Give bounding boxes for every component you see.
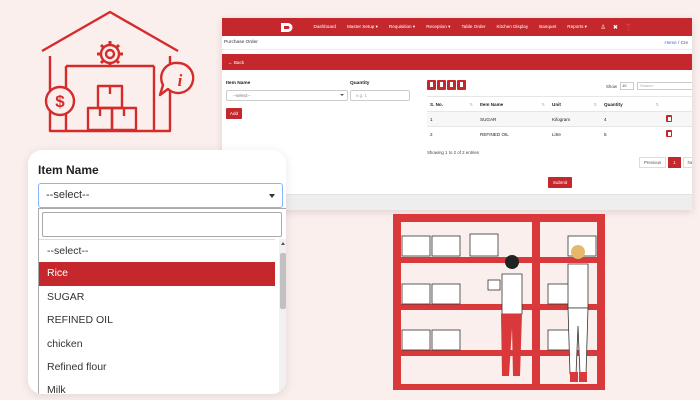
dropdown-scrollbar[interactable] — [279, 239, 286, 394]
footer-strip — [222, 194, 692, 210]
dropdown-option[interactable]: REFINED OIL — [39, 309, 275, 332]
user-icon[interactable]: ♙ — [600, 24, 605, 31]
help-icon[interactable]: ❓ — [625, 24, 632, 31]
table-info: Showing 1 to 2 of 2 entries — [427, 150, 479, 155]
col-item-name[interactable]: Item Name ⇅ — [477, 96, 549, 112]
dropdown-option[interactable]: SUGAR — [39, 286, 275, 309]
col-unit[interactable]: Unit ⇅ — [549, 96, 601, 112]
scroll-down-icon[interactable] — [281, 390, 285, 393]
back-button[interactable]: ← Back — [222, 54, 692, 70]
show-label: Show — [606, 83, 617, 89]
tools-icon[interactable]: ✖ — [613, 24, 618, 31]
col-quantity[interactable]: Quantity ⇅ — [601, 96, 663, 112]
pager-next[interactable]: Next — [682, 157, 692, 168]
pagination: Previous 1 Next — [639, 157, 692, 168]
zoom-item-name-label: Item Name — [38, 163, 99, 177]
excel-icon[interactable] — [447, 80, 456, 90]
add-button[interactable]: Add — [226, 108, 242, 119]
item-name-select[interactable]: --select-- — [226, 90, 348, 101]
item-name-label: Item Name — [226, 81, 251, 86]
app-logo-icon — [281, 22, 293, 32]
nav-reception[interactable]: Reception ▾ — [421, 24, 456, 30]
cell-item: REFINED OIL — [477, 126, 549, 142]
copy-icon[interactable] — [427, 80, 436, 90]
dropdown-option[interactable]: Refined flour — [39, 356, 275, 379]
breadcrumb-separator: / — [678, 40, 680, 45]
dropdown-panel: --select-- Rice SUGAR REFINED OIL chicke… — [38, 208, 286, 394]
submit-button[interactable]: Submit — [548, 177, 572, 188]
quantity-label: Quantity — [350, 81, 370, 86]
col-action — [663, 96, 692, 112]
csv-icon[interactable] — [437, 80, 446, 90]
nav-banquet[interactable]: Banquet — [534, 24, 562, 30]
shelf-workers-illustration — [393, 214, 605, 390]
nav-reports[interactable]: Reports ▾ — [562, 24, 593, 30]
cell-sno: 2 — [427, 126, 477, 142]
cell-sno: 1 — [427, 111, 477, 127]
top-navbar: Dashboard Master Setup ▾ Requisition ▾ R… — [222, 18, 692, 36]
warehouse-illustration: $ i — [41, 10, 195, 133]
dropdown-option[interactable]: Milk — [39, 379, 275, 394]
dropdown-option[interactable]: chicken — [39, 333, 275, 356]
cell-qty: 5 — [601, 126, 663, 142]
dropdown-option[interactable]: --select-- — [39, 239, 275, 262]
print-icon[interactable] — [457, 80, 466, 90]
pager-prev[interactable]: Previous — [639, 157, 667, 168]
cell-unit: Litre — [549, 126, 601, 142]
table-search-input[interactable]: Search: — [636, 82, 692, 90]
nav-kitchen-display[interactable]: Kitchen Display — [491, 24, 534, 30]
cell-unit: Kilogram — [549, 111, 601, 127]
table-row: 2 REFINED OIL Litre 5 — [427, 126, 692, 142]
show-entries-select[interactable]: 10 — [619, 82, 634, 90]
zoomed-dropdown-card: Item Name --select-- --select-- Rice SUG… — [28, 150, 286, 394]
breadcrumb: Home / Cre — [664, 40, 688, 45]
svg-text:i: i — [178, 71, 183, 90]
nav-table-order[interactable]: Table Order — [456, 24, 491, 30]
nav-requisition[interactable]: Requisition ▾ — [383, 24, 420, 30]
dropdown-options: --select-- Rice SUGAR REFINED OIL chicke… — [39, 239, 275, 394]
svg-text:$: $ — [55, 92, 65, 111]
zoom-item-select[interactable]: --select-- — [38, 183, 283, 208]
show-entries: Show 10 Search: — [606, 82, 692, 90]
breadcrumb-home[interactable]: Home — [664, 40, 676, 45]
nav-dashboard[interactable]: Dashboard — [308, 24, 341, 30]
items-table: S. No. ⇅ Item Name ⇅ Unit ⇅ Quantity ⇅ 1 SUG… — [427, 96, 692, 142]
app-screenshot: Dashboard Master Setup ▾ Requisition ▾ R… — [222, 18, 692, 210]
page-title: Purchase Order — [224, 40, 258, 45]
cell-qty: 4 — [601, 111, 663, 127]
dropdown-search-input[interactable] — [42, 212, 282, 237]
zoom-select-value: --select-- — [46, 189, 90, 201]
table-header-row: S. No. ⇅ Item Name ⇅ Unit ⇅ Quantity ⇅ — [427, 96, 692, 112]
breadcrumb-current: Cre — [680, 40, 688, 45]
scroll-up-icon[interactable] — [281, 242, 285, 245]
delete-icon[interactable] — [666, 115, 672, 122]
table-row: 1 SUGAR Kilogram 4 — [427, 111, 692, 127]
chevron-down-icon — [340, 94, 344, 96]
dropdown-option-highlighted[interactable]: Rice — [39, 262, 275, 286]
scroll-thumb[interactable] — [280, 253, 286, 309]
cell-item: SUGAR — [477, 111, 549, 127]
item-name-select-value: --select-- — [233, 93, 251, 98]
nav-master-setup[interactable]: Master Setup ▾ — [341, 24, 383, 30]
col-sno[interactable]: S. No. ⇅ — [427, 96, 477, 112]
quantity-input[interactable]: e.g. 1 — [350, 90, 410, 101]
delete-icon[interactable] — [666, 130, 672, 138]
chevron-down-icon — [269, 194, 275, 198]
export-toolbar — [427, 80, 466, 90]
pager-page-1[interactable]: 1 — [668, 157, 681, 168]
title-bar: Purchase Order Home / Cre — [222, 36, 692, 50]
